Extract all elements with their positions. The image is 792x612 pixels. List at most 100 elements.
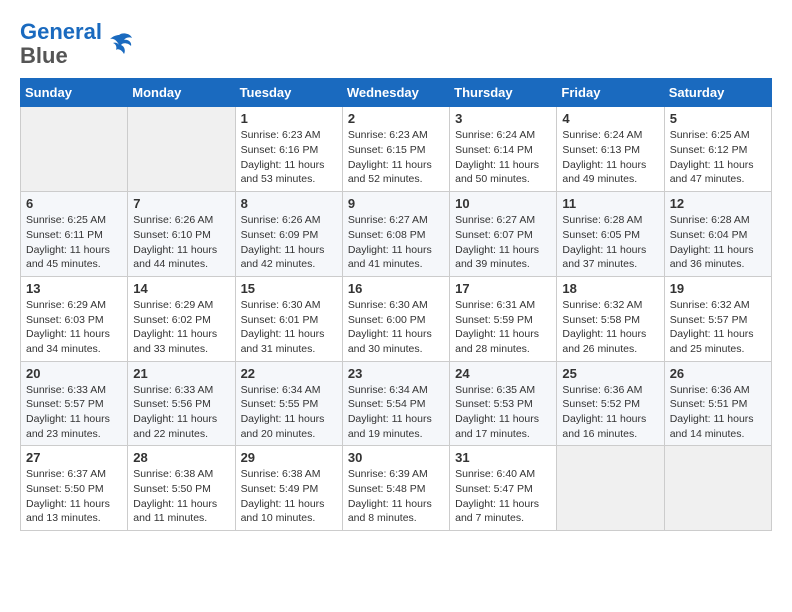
calendar-cell: 27 Sunrise: 6:37 AM Sunset: 5:50 PM Dayli… (21, 446, 128, 531)
calendar-cell: 10Sunrise: 6:27 AM Sunset: 6:07 PM Dayli… (450, 192, 557, 277)
logo-bird-icon (104, 30, 134, 58)
calendar-cell: 14Sunrise: 6:29 AM Sunset: 6:02 PM Dayli… (128, 276, 235, 361)
calendar-cell: 24 Sunrise: 6:35 AM Sunset: 5:53 PM Dayli… (450, 361, 557, 446)
calendar-cell: 28 Sunrise: 6:38 AM Sunset: 5:50 PM Dayli… (128, 446, 235, 531)
day-info: Sunrise: 6:38 AM Sunset: 5:50 PM Dayligh… (133, 467, 229, 526)
day-number: 26 (670, 366, 766, 381)
calendar-cell: 4 Sunrise: 6:24 AM Sunset: 6:13 PM Daylig… (557, 107, 664, 192)
calendar-cell: 7Sunrise: 6:26 AM Sunset: 6:10 PM Daylig… (128, 192, 235, 277)
calendar-cell: 21 Sunrise: 6:33 AM Sunset: 5:56 PM Dayli… (128, 361, 235, 446)
day-info: Sunrise: 6:29 AM Sunset: 6:03 PM Dayligh… (26, 298, 122, 357)
calendar-week-row: 27 Sunrise: 6:37 AM Sunset: 5:50 PM Dayli… (21, 446, 772, 531)
day-info: Sunrise: 6:34 AM Sunset: 5:54 PM Dayligh… (348, 383, 444, 442)
day-number: 23 (348, 366, 444, 381)
calendar-cell (664, 446, 771, 531)
day-number: 2 (348, 111, 444, 126)
day-info: Sunrise: 6:27 AM Sunset: 6:08 PM Dayligh… (348, 213, 444, 272)
day-info: Sunrise: 6:40 AM Sunset: 5:47 PM Dayligh… (455, 467, 551, 526)
calendar-cell: 6Sunrise: 6:25 AM Sunset: 6:11 PM Daylig… (21, 192, 128, 277)
day-number: 18 (562, 281, 658, 296)
day-info: Sunrise: 6:39 AM Sunset: 5:48 PM Dayligh… (348, 467, 444, 526)
calendar-cell: 9 Sunrise: 6:27 AM Sunset: 6:08 PM Daylig… (342, 192, 449, 277)
calendar-cell: 5 Sunrise: 6:25 AM Sunset: 6:12 PM Daylig… (664, 107, 771, 192)
day-number: 3 (455, 111, 551, 126)
day-info: Sunrise: 6:25 AM Sunset: 6:12 PM Dayligh… (670, 128, 766, 187)
day-number: 13 (26, 281, 122, 296)
calendar-header-row: SundayMondayTuesdayWednesdayThursdayFrid… (21, 79, 772, 107)
calendar-week-row: 1 Sunrise: 6:23 AM Sunset: 6:16 PM Daylig… (21, 107, 772, 192)
day-info: Sunrise: 6:38 AM Sunset: 5:49 PM Dayligh… (241, 467, 337, 526)
calendar-week-row: 13 Sunrise: 6:29 AM Sunset: 6:03 PM Dayli… (21, 276, 772, 361)
day-number: 21 (133, 366, 229, 381)
calendar: SundayMondayTuesdayWednesdayThursdayFrid… (20, 78, 772, 531)
day-info: Sunrise: 6:29 AM Sunset: 6:02 PM Dayligh… (133, 298, 229, 357)
calendar-cell: 2 Sunrise: 6:23 AM Sunset: 6:15 PM Daylig… (342, 107, 449, 192)
weekday-header-saturday: Saturday (664, 79, 771, 107)
weekday-header-tuesday: Tuesday (235, 79, 342, 107)
calendar-cell: 12 Sunrise: 6:28 AM Sunset: 6:04 PM Dayli… (664, 192, 771, 277)
day-number: 19 (670, 281, 766, 296)
day-number: 20 (26, 366, 122, 381)
calendar-cell: 17 Sunrise: 6:31 AM Sunset: 5:59 PM Dayli… (450, 276, 557, 361)
calendar-cell: 3Sunrise: 6:24 AM Sunset: 6:14 PM Daylig… (450, 107, 557, 192)
calendar-cell: 22 Sunrise: 6:34 AM Sunset: 5:55 PM Dayli… (235, 361, 342, 446)
calendar-cell (21, 107, 128, 192)
weekday-header-wednesday: Wednesday (342, 79, 449, 107)
day-info: Sunrise: 6:33 AM Sunset: 5:57 PM Dayligh… (26, 383, 122, 442)
calendar-cell: 20 Sunrise: 6:33 AM Sunset: 5:57 PM Dayli… (21, 361, 128, 446)
weekday-header-friday: Friday (557, 79, 664, 107)
day-number: 25 (562, 366, 658, 381)
day-info: Sunrise: 6:23 AM Sunset: 6:15 PM Dayligh… (348, 128, 444, 187)
calendar-cell: 16 Sunrise: 6:30 AM Sunset: 6:00 PM Dayli… (342, 276, 449, 361)
day-number: 11 (562, 196, 658, 211)
day-number: 9 (348, 196, 444, 211)
header: General Blue (20, 20, 772, 68)
calendar-cell: 26 Sunrise: 6:36 AM Sunset: 5:51 PM Dayli… (664, 361, 771, 446)
day-number: 24 (455, 366, 551, 381)
weekday-header-monday: Monday (128, 79, 235, 107)
weekday-header-sunday: Sunday (21, 79, 128, 107)
day-info: Sunrise: 6:36 AM Sunset: 5:51 PM Dayligh… (670, 383, 766, 442)
day-number: 15 (241, 281, 337, 296)
day-info: Sunrise: 6:28 AM Sunset: 6:04 PM Dayligh… (670, 213, 766, 272)
day-info: Sunrise: 6:30 AM Sunset: 6:00 PM Dayligh… (348, 298, 444, 357)
day-number: 31 (455, 450, 551, 465)
calendar-week-row: 20 Sunrise: 6:33 AM Sunset: 5:57 PM Dayli… (21, 361, 772, 446)
day-number: 16 (348, 281, 444, 296)
calendar-cell: 8 Sunrise: 6:26 AM Sunset: 6:09 PM Daylig… (235, 192, 342, 277)
logo-text: General Blue (20, 20, 102, 68)
day-info: Sunrise: 6:30 AM Sunset: 6:01 PM Dayligh… (241, 298, 337, 357)
day-info: Sunrise: 6:33 AM Sunset: 5:56 PM Dayligh… (133, 383, 229, 442)
day-info: Sunrise: 6:34 AM Sunset: 5:55 PM Dayligh… (241, 383, 337, 442)
calendar-cell (557, 446, 664, 531)
day-number: 27 (26, 450, 122, 465)
day-number: 30 (348, 450, 444, 465)
calendar-cell: 19 Sunrise: 6:32 AM Sunset: 5:57 PM Dayli… (664, 276, 771, 361)
day-number: 12 (670, 196, 766, 211)
day-number: 17 (455, 281, 551, 296)
day-info: Sunrise: 6:36 AM Sunset: 5:52 PM Dayligh… (562, 383, 658, 442)
day-info: Sunrise: 6:24 AM Sunset: 6:13 PM Dayligh… (562, 128, 658, 187)
day-info: Sunrise: 6:31 AM Sunset: 5:59 PM Dayligh… (455, 298, 551, 357)
day-number: 4 (562, 111, 658, 126)
calendar-cell: 18 Sunrise: 6:32 AM Sunset: 5:58 PM Dayli… (557, 276, 664, 361)
calendar-week-row: 6Sunrise: 6:25 AM Sunset: 6:11 PM Daylig… (21, 192, 772, 277)
day-info: Sunrise: 6:32 AM Sunset: 5:57 PM Dayligh… (670, 298, 766, 357)
day-number: 28 (133, 450, 229, 465)
weekday-header-thursday: Thursday (450, 79, 557, 107)
day-number: 29 (241, 450, 337, 465)
day-number: 22 (241, 366, 337, 381)
day-number: 1 (241, 111, 337, 126)
day-number: 10 (455, 196, 551, 211)
logo: General Blue (20, 20, 134, 68)
day-info: Sunrise: 6:23 AM Sunset: 6:16 PM Dayligh… (241, 128, 337, 187)
day-info: Sunrise: 6:35 AM Sunset: 5:53 PM Dayligh… (455, 383, 551, 442)
day-info: Sunrise: 6:37 AM Sunset: 5:50 PM Dayligh… (26, 467, 122, 526)
day-info: Sunrise: 6:26 AM Sunset: 6:09 PM Dayligh… (241, 213, 337, 272)
day-info: Sunrise: 6:32 AM Sunset: 5:58 PM Dayligh… (562, 298, 658, 357)
day-number: 8 (241, 196, 337, 211)
day-number: 7 (133, 196, 229, 211)
calendar-cell: 23 Sunrise: 6:34 AM Sunset: 5:54 PM Dayli… (342, 361, 449, 446)
day-number: 5 (670, 111, 766, 126)
calendar-cell: 25 Sunrise: 6:36 AM Sunset: 5:52 PM Dayli… (557, 361, 664, 446)
